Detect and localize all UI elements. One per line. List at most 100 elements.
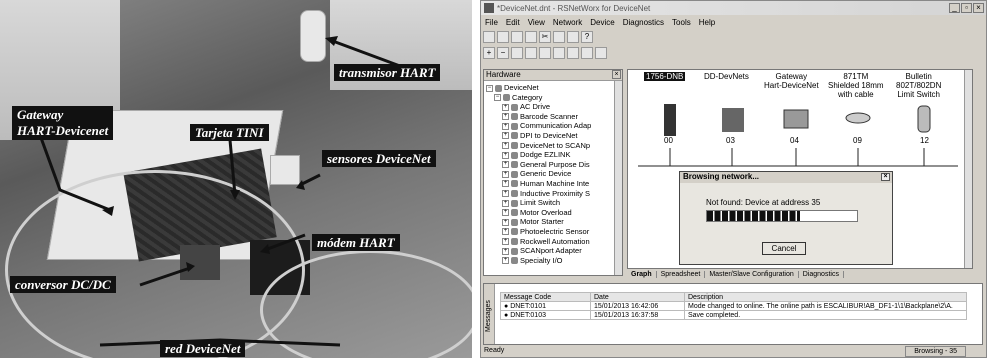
tab-master-slave[interactable]: Master/Slave Configuration <box>705 270 799 278</box>
tree-item[interactable]: + SCANport Adapter <box>486 246 620 256</box>
photo-arrows <box>38 36 401 347</box>
toolbar-main: ✂ ? <box>483 30 593 44</box>
restore-button[interactable]: ▫ <box>961 3 972 13</box>
device-gateway-icon[interactable] <box>783 109 809 129</box>
expand-icon[interactable]: + <box>502 132 509 140</box>
col-description[interactable]: Description <box>684 292 967 302</box>
collapse-icon[interactable]: − <box>486 84 493 92</box>
tree-item[interactable]: + Generic Device <box>486 169 620 179</box>
expand-icon[interactable]: + <box>502 103 509 111</box>
menu-file[interactable]: File <box>485 18 498 27</box>
tree-item[interactable]: + DeviceNet to SCANp <box>486 141 620 151</box>
expand-icon[interactable]: + <box>502 122 509 130</box>
collapse-icon[interactable]: − <box>494 94 501 102</box>
edit-mode-icon[interactable] <box>595 47 607 59</box>
col-date[interactable]: Date <box>590 292 685 302</box>
expand-icon[interactable]: + <box>502 170 509 178</box>
paste-icon[interactable] <box>567 31 579 43</box>
copy-icon[interactable] <box>553 31 565 43</box>
dialog-title: Browsing network... × <box>680 172 892 183</box>
expand-icon[interactable]: + <box>502 199 509 207</box>
tree-item[interactable]: + AC Drive <box>486 102 620 112</box>
tree-item[interactable]: + Dodge EZLINK <box>486 150 620 160</box>
tab-spreadsheet[interactable]: Spreadsheet <box>657 270 706 278</box>
tree-item[interactable]: + Limit Switch <box>486 198 620 208</box>
tree-item[interactable]: + General Purpose Dis <box>486 160 620 170</box>
zoom-out-icon[interactable]: − <box>497 47 509 59</box>
menu-view[interactable]: View <box>528 18 545 27</box>
upload-icon[interactable] <box>525 47 537 59</box>
network-icon[interactable] <box>553 47 565 59</box>
category-icon <box>511 247 518 255</box>
close-icon[interactable]: × <box>612 70 621 79</box>
tree-item[interactable]: + Motor Starter <box>486 217 620 227</box>
tree-item[interactable]: + DPI to DeviceNet <box>486 131 620 141</box>
expand-icon[interactable]: + <box>502 247 509 255</box>
zoom-in-icon[interactable]: + <box>483 47 495 59</box>
device-name[interactable]: Bulletin 802T/802DN Limit Switch <box>896 72 941 99</box>
tree-item[interactable]: + Rockwell Automation <box>486 237 620 247</box>
menu-help[interactable]: Help <box>699 18 715 27</box>
expand-icon[interactable]: + <box>502 113 509 121</box>
expand-icon[interactable]: + <box>502 151 509 159</box>
help-pointer-icon[interactable]: ? <box>581 31 593 43</box>
tree-item[interactable]: − DeviceNet <box>486 83 620 93</box>
tree-item[interactable]: + Specialty I/O <box>486 256 620 266</box>
table-row[interactable]: ● DNET:0101 15/01/2013 16:42:06 Mode cha… <box>500 301 967 311</box>
category-icon <box>503 94 510 102</box>
device-name[interactable]: 1756-DNB <box>644 72 686 81</box>
tree-item[interactable]: + Motor Overload <box>486 208 620 218</box>
menu-tools[interactable]: Tools <box>672 18 691 27</box>
device-name[interactable]: DD-DevNets <box>704 72 749 81</box>
cancel-button[interactable]: Cancel <box>762 242 806 255</box>
category-icon <box>511 170 518 178</box>
device-1756-dnb-icon[interactable] <box>664 104 676 136</box>
device-name[interactable]: Gateway Hart-DeviceNet <box>764 72 819 90</box>
close-button[interactable]: × <box>973 3 984 13</box>
category-icon <box>511 218 518 226</box>
online-icon[interactable] <box>511 47 523 59</box>
expand-icon[interactable]: + <box>502 142 509 150</box>
tab-graph[interactable]: Graph <box>627 270 657 278</box>
device-address: 04 <box>790 136 799 145</box>
tree-item[interactable]: + Communication Adap <box>486 121 620 131</box>
minimize-button[interactable]: _ <box>949 3 960 13</box>
tree-scrollbar[interactable] <box>614 81 622 275</box>
download-icon[interactable] <box>539 47 551 59</box>
col-message-code[interactable]: Message Code <box>500 292 591 302</box>
tab-diagnostics[interactable]: Diagnostics <box>799 270 844 278</box>
tree-item-label: Category <box>512 92 543 102</box>
device-dd-devnets-icon[interactable] <box>722 108 744 132</box>
tree-item[interactable]: + Human Machine Inte <box>486 179 620 189</box>
expand-icon[interactable]: + <box>502 238 509 246</box>
device-871tm-icon[interactable] <box>845 112 871 124</box>
print-icon[interactable] <box>525 31 537 43</box>
tree-item[interactable]: − Category <box>486 93 620 103</box>
menu-diagnostics[interactable]: Diagnostics <box>623 18 664 27</box>
expand-icon[interactable]: + <box>502 218 509 226</box>
table-row[interactable]: ● DNET:0103 15/01/2013 16:37:58 Save com… <box>500 310 967 320</box>
properties-icon[interactable] <box>581 47 593 59</box>
expand-icon[interactable]: + <box>502 209 509 217</box>
expand-icon[interactable]: + <box>502 161 509 169</box>
expand-icon[interactable]: + <box>502 190 509 198</box>
save-icon[interactable] <box>511 31 523 43</box>
menu-edit[interactable]: Edit <box>506 18 520 27</box>
tree-item[interactable]: + Inductive Proximity S <box>486 189 620 199</box>
device-limit-switch-icon[interactable] <box>917 105 931 133</box>
expand-icon[interactable]: + <box>502 228 509 236</box>
graph-icon[interactable] <box>567 47 579 59</box>
menu-device[interactable]: Device <box>590 18 614 27</box>
menu-network[interactable]: Network <box>553 18 582 27</box>
device-name[interactable]: 871TM Shielded 18mm with cable <box>828 72 884 99</box>
new-file-icon[interactable] <box>483 31 495 43</box>
tree-item[interactable]: + Photoelectric Sensor <box>486 227 620 237</box>
graph-scrollbar[interactable] <box>964 70 972 268</box>
tree-item[interactable]: + Barcode Scanner <box>486 112 620 122</box>
expand-icon[interactable]: + <box>502 180 509 188</box>
dialog-close-icon[interactable]: × <box>881 173 890 181</box>
expand-icon[interactable]: + <box>502 257 509 265</box>
cut-icon[interactable]: ✂ <box>539 31 551 43</box>
open-folder-icon[interactable] <box>497 31 509 43</box>
menu-bar: File Edit View Network Device Diagnostic… <box>481 16 986 28</box>
